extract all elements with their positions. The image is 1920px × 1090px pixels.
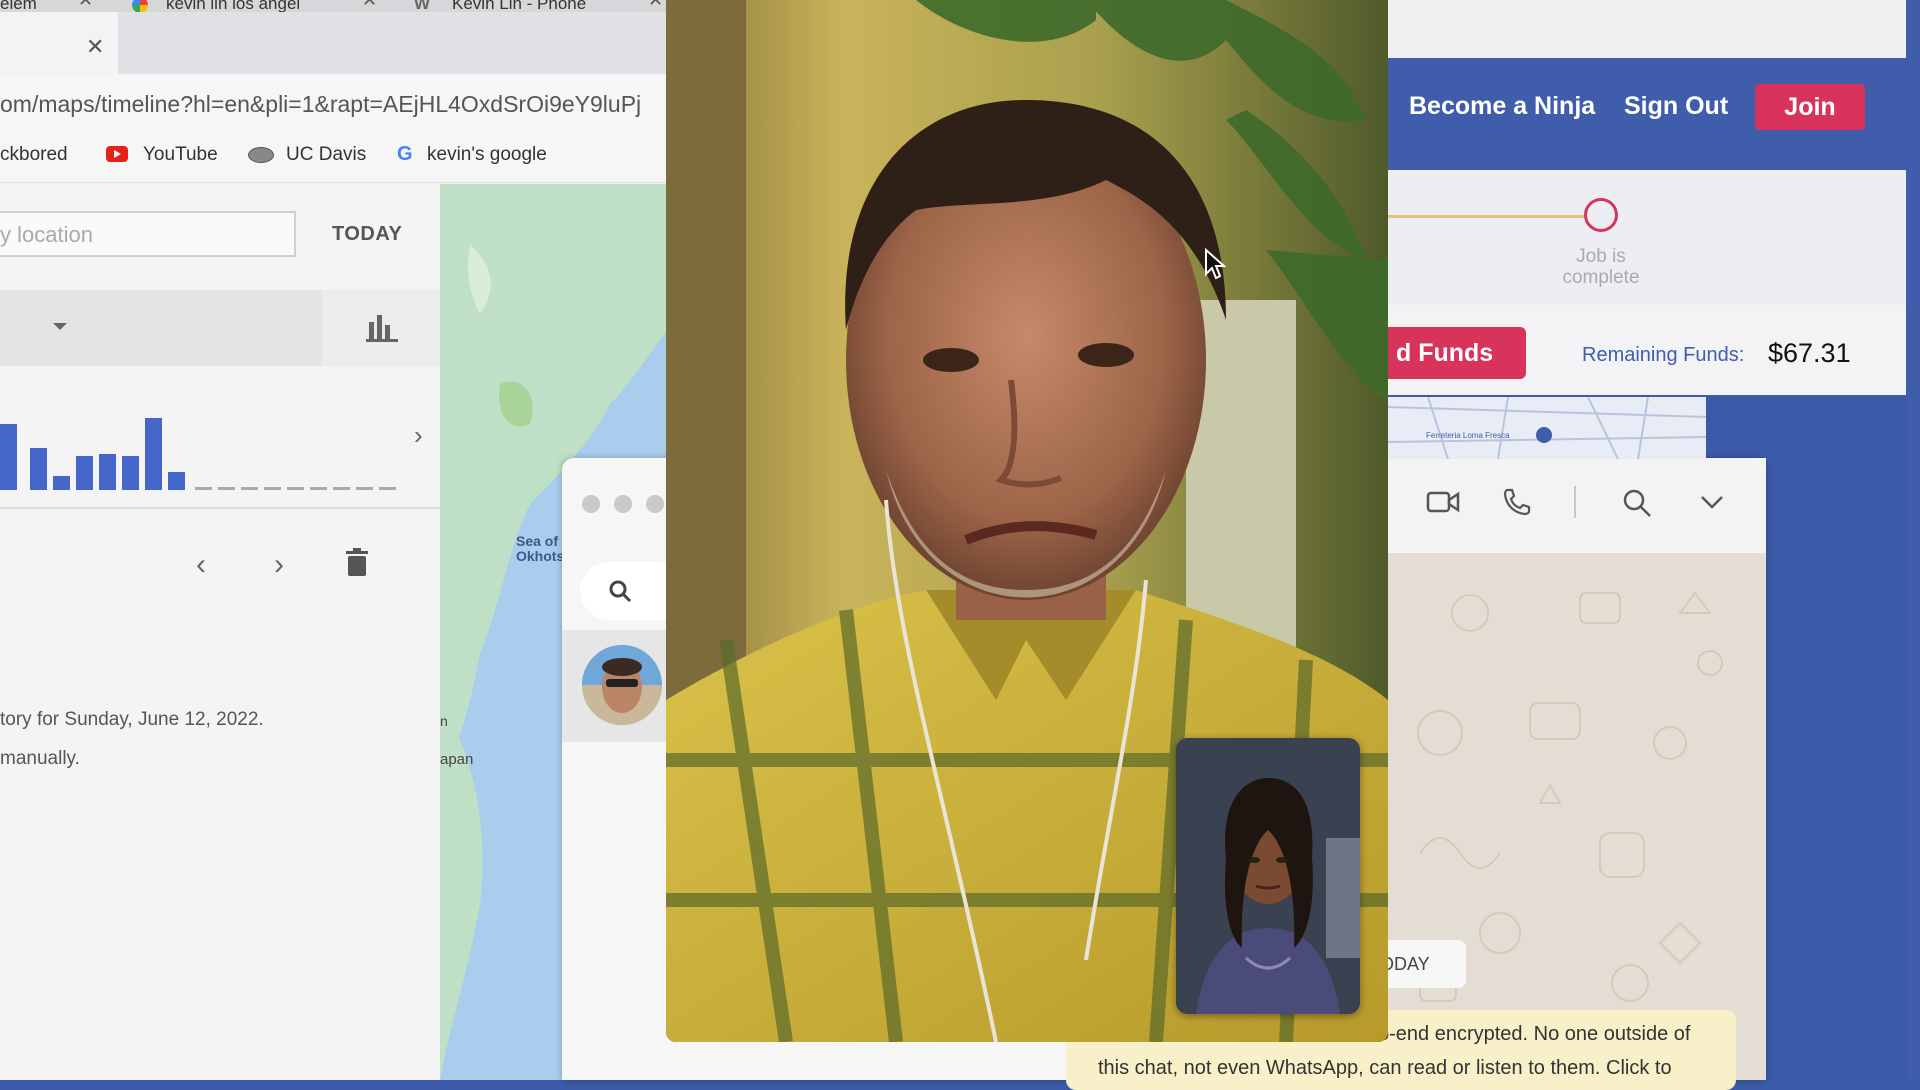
youtube-icon bbox=[106, 146, 128, 162]
histogram-bar[interactable] bbox=[122, 456, 139, 490]
avatar[interactable] bbox=[582, 645, 662, 725]
sign-out-link[interactable]: Sign Out bbox=[1624, 92, 1728, 121]
close-window-dot[interactable] bbox=[582, 495, 600, 513]
histogram-empty-day bbox=[310, 487, 327, 490]
mouse-cursor-icon bbox=[1205, 248, 1226, 280]
histogram-bar[interactable] bbox=[76, 456, 93, 490]
japan-label: apan bbox=[440, 751, 474, 768]
join-button[interactable]: Join bbox=[1755, 84, 1865, 130]
zoom-window-dot[interactable] bbox=[646, 495, 664, 513]
tab-close-icon[interactable]: ✕ bbox=[78, 0, 93, 11]
histogram-empty-day bbox=[379, 487, 396, 490]
histogram-empty-day bbox=[356, 487, 373, 490]
chat-background bbox=[1380, 553, 1766, 1080]
become-ninja-link[interactable]: Become a Ninja bbox=[1409, 92, 1595, 121]
url-text[interactable]: om/maps/timeline?hl=en&pli=1&rapt=AEjHL4… bbox=[0, 91, 641, 118]
progress-track bbox=[1388, 215, 1584, 218]
header-divider bbox=[1574, 486, 1576, 518]
search-icon[interactable] bbox=[1622, 488, 1652, 518]
sea-label: Sea of Okhots bbox=[516, 533, 565, 564]
map-place-label: Ferreteria Loma Fresca bbox=[1426, 431, 1510, 440]
histogram-empty-day bbox=[241, 487, 258, 490]
phone-tab-icon: W bbox=[414, 0, 431, 13]
tab-bar bbox=[0, 0, 690, 12]
history-date-text: tory for Sunday, June 12, 2022. bbox=[0, 709, 264, 730]
divider bbox=[0, 507, 440, 509]
chevron-down-icon[interactable] bbox=[1700, 494, 1724, 510]
dropdown-caret-icon[interactable] bbox=[53, 323, 67, 330]
self-view-pip[interactable] bbox=[1176, 738, 1360, 1014]
tab-3[interactable]: Kevin Lin - Phone bbox=[452, 0, 586, 13]
chart-button[interactable] bbox=[322, 290, 440, 366]
date-chip: ODAY bbox=[1380, 940, 1466, 988]
google-g-icon: G bbox=[397, 143, 413, 165]
doodle-pattern bbox=[1417, 591, 1723, 1002]
histogram-empty-day bbox=[333, 487, 350, 490]
location-placeholder: y location bbox=[0, 222, 93, 247]
page-edge bbox=[1906, 0, 1920, 1080]
date-selector[interactable] bbox=[0, 290, 322, 366]
histogram-bar[interactable] bbox=[168, 472, 185, 490]
minimize-window-dot[interactable] bbox=[614, 495, 632, 513]
progress-step-label: Job is complete bbox=[1562, 246, 1640, 288]
manual-text: manually. bbox=[0, 748, 80, 769]
histogram-empty-day bbox=[264, 487, 281, 490]
histogram-empty-day bbox=[218, 487, 235, 490]
remaining-funds-value: $67.31 bbox=[1768, 338, 1851, 368]
bookmark-blackboard[interactable]: ckbored bbox=[0, 144, 68, 166]
histogram-bar[interactable] bbox=[0, 424, 17, 490]
histogram-empty-day bbox=[287, 487, 304, 490]
tab-2[interactable]: kevin lin los angel bbox=[166, 0, 300, 13]
bookmark-youtube[interactable]: YouTube bbox=[143, 144, 218, 166]
voice-call-icon[interactable] bbox=[1502, 487, 1532, 517]
place-marker-icon[interactable] bbox=[1536, 427, 1552, 443]
histogram-bar[interactable] bbox=[53, 476, 70, 490]
search-icon bbox=[609, 580, 632, 603]
progress-step-circle bbox=[1584, 198, 1618, 232]
next-day-icon[interactable]: › bbox=[274, 548, 284, 582]
trash-icon[interactable] bbox=[346, 548, 368, 576]
tab-1[interactable]: elem bbox=[0, 0, 37, 13]
previous-day-icon[interactable]: ‹ bbox=[196, 548, 206, 582]
histogram-bar[interactable] bbox=[145, 418, 162, 490]
self-video-feed bbox=[1176, 738, 1360, 1014]
ucdavis-icon bbox=[248, 147, 274, 163]
add-funds-button[interactable]: d Funds bbox=[1388, 327, 1526, 379]
encryption-text-line1: o-end encrypted. No one outside of bbox=[1378, 1023, 1691, 1045]
encryption-text-line2: this chat, not even WhatsApp, can read o… bbox=[1098, 1057, 1672, 1079]
video-call-icon[interactable] bbox=[1426, 490, 1460, 514]
remaining-funds-label: Remaining Funds: bbox=[1582, 344, 1745, 366]
daily-histogram bbox=[0, 370, 400, 490]
close-tab-icon[interactable]: ✕ bbox=[86, 34, 104, 60]
histogram-next-icon[interactable]: › bbox=[414, 420, 423, 451]
histogram-bar[interactable] bbox=[30, 448, 47, 490]
histogram-empty-day bbox=[195, 487, 212, 490]
bookmark-kevins-google[interactable]: kevin's google bbox=[427, 144, 547, 166]
map-edge-label: n bbox=[440, 713, 448, 729]
task-map[interactable]: Ferreteria Loma Fresca bbox=[1388, 397, 1706, 459]
tab-close-icon[interactable]: ✕ bbox=[362, 0, 377, 11]
today-button[interactable]: TODAY bbox=[332, 223, 402, 246]
bar-chart-icon bbox=[366, 315, 398, 342]
histogram-bar[interactable] bbox=[99, 454, 116, 490]
bookmark-ucdavis[interactable]: UC Davis bbox=[286, 144, 366, 166]
browser-topbar bbox=[1388, 0, 1920, 58]
tab-close-icon[interactable]: ✕ bbox=[648, 0, 663, 11]
